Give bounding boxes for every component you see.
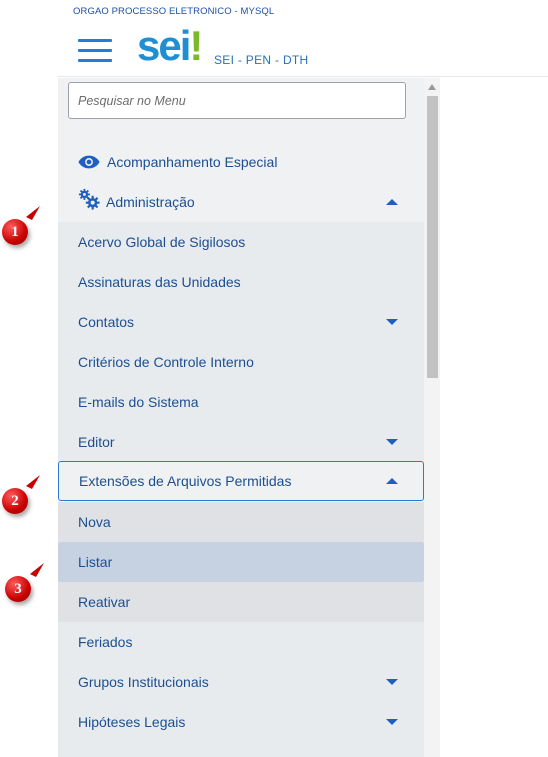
menu-item-partial[interactable] xyxy=(58,742,424,757)
menu-item-label: Nova xyxy=(78,514,111,530)
menu-item-label: Feriados xyxy=(78,634,133,650)
logo-mark: ! xyxy=(189,22,203,69)
logo-text: sei xyxy=(137,22,191,69)
menu-item-nova[interactable]: Nova xyxy=(58,502,424,542)
menu-item-label: Acompanhamento Especial xyxy=(107,154,278,170)
menu-item-grupos-institucionais[interactable]: Grupos Institucionais xyxy=(58,662,424,702)
menu-item-label: Listar xyxy=(78,554,113,570)
menu-item-contatos[interactable]: Contatos xyxy=(58,302,424,342)
menu-item-label: Hipóteses Legais xyxy=(78,714,186,730)
menu-item-listar[interactable]: Listar xyxy=(58,542,424,582)
menu-item-reativar[interactable]: Reativar xyxy=(58,582,424,622)
chevron-down-icon[interactable] xyxy=(386,719,398,725)
system-subtitle: SEI - PEN - DTH xyxy=(214,53,309,67)
menu-item-administracao[interactable]: Administração xyxy=(58,182,424,222)
menu-item-label: Acervo Global de Sigilosos xyxy=(78,234,246,250)
menu-item-assinaturas-das-unidades[interactable]: Assinaturas das Unidades xyxy=(58,262,424,302)
sei-logo[interactable]: sei! xyxy=(137,22,203,70)
header-divider xyxy=(58,76,548,77)
menu-item-feriados[interactable]: Feriados xyxy=(58,622,424,662)
menu-item-label: E-mails do Sistema xyxy=(78,394,199,410)
scroll-up-arrow-icon[interactable] xyxy=(428,84,436,90)
menu-item-editor[interactable]: Editor xyxy=(58,422,424,462)
chevron-down-icon[interactable] xyxy=(386,319,398,325)
chevron-up-icon[interactable] xyxy=(386,478,398,484)
org-label: ORGAO PROCESSO ELETRONICO - MYSQL xyxy=(73,6,275,17)
menu-item-hipoteses-legais[interactable]: Hipóteses Legais xyxy=(58,702,424,742)
menu-item-criterios-de-controle-interno[interactable]: Critérios de Controle Interno xyxy=(58,342,424,382)
annotation-badge-1: 1 xyxy=(2,219,28,245)
menu-item-label: Editor xyxy=(78,434,115,450)
menu-item-label: Assinaturas das Unidades xyxy=(78,274,241,290)
chevron-down-icon[interactable] xyxy=(386,679,398,685)
annotation-badge-3: 3 xyxy=(5,576,31,602)
menu-item-acompanhamento-especial[interactable]: Acompanhamento Especial xyxy=(58,142,424,182)
menu-item-label: Reativar xyxy=(78,594,131,610)
chevron-down-icon[interactable] xyxy=(386,439,398,445)
annotation-pointer-1 xyxy=(26,206,40,220)
annotation-pointer-3 xyxy=(30,563,44,577)
menu-item-label: Critérios de Controle Interno xyxy=(78,354,254,370)
menu-item-label: Administração xyxy=(106,194,195,210)
menu-search-input[interactable] xyxy=(68,82,406,119)
menu-item-label: Grupos Institucionais xyxy=(78,674,209,690)
scrollbar-thumb[interactable] xyxy=(427,96,438,378)
menu-item-emails-do-sistema[interactable]: E-mails do Sistema xyxy=(58,382,424,422)
menu-item-acervo-global-de-sigilosos[interactable]: Acervo Global de Sigilosos xyxy=(58,222,424,262)
menu-item-label: Extensões de Arquivos Permitidas xyxy=(79,473,292,489)
chevron-up-icon[interactable] xyxy=(386,199,398,205)
gears-icon xyxy=(78,188,100,210)
menu-item-label: Contatos xyxy=(78,314,135,330)
hamburger-menu-icon[interactable] xyxy=(78,37,112,65)
annotation-pointer-2 xyxy=(26,475,40,489)
annotation-badge-2: 2 xyxy=(2,488,28,514)
eye-icon xyxy=(78,155,100,169)
menu-item-extensoes-de-arquivos-permitidas[interactable]: Extensões de Arquivos Permitidas xyxy=(58,461,424,501)
